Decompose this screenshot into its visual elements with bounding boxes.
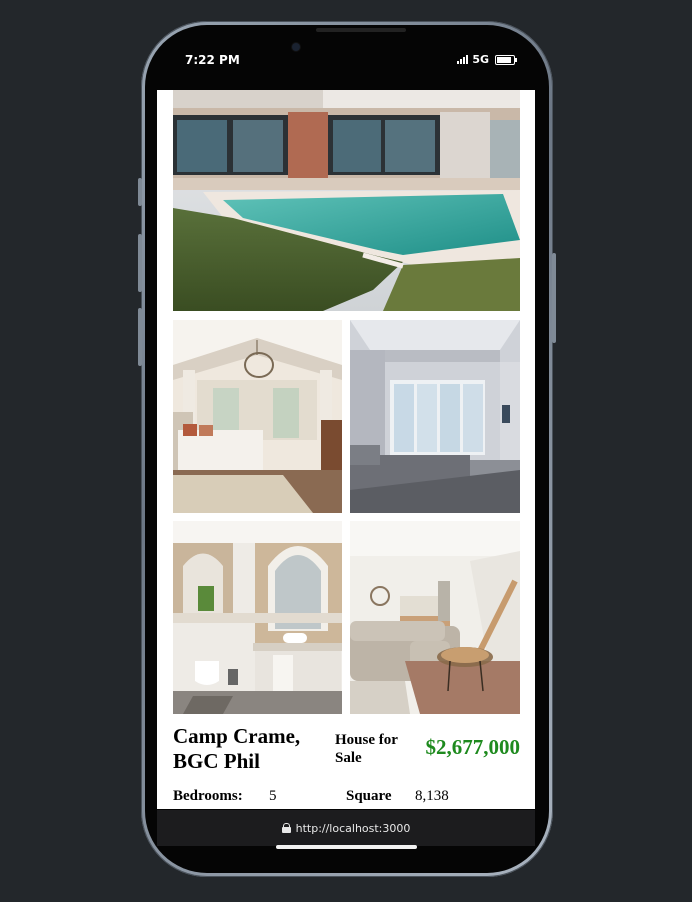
battery-icon xyxy=(495,54,517,65)
living-room-photo[interactable] xyxy=(350,521,520,714)
browser-address-bar[interactable]: http://localhost:3000 xyxy=(157,810,535,846)
volume-up-button xyxy=(138,234,142,292)
device-stage: 7:22 PM 5G Camp Crame, BGC Phil House fo… xyxy=(0,0,692,902)
home-indicator[interactable] xyxy=(276,845,417,849)
power-button xyxy=(552,253,556,343)
bedroom-photo[interactable] xyxy=(173,320,342,513)
mute-switch xyxy=(138,178,142,206)
browser-viewport[interactable]: Camp Crame, BGC Phil House for Sale $2,6… xyxy=(157,90,535,809)
status-time: 7:22 PM xyxy=(185,53,240,67)
bedroom-photo[interactable] xyxy=(350,320,520,513)
bedrooms-value: 5 xyxy=(269,788,277,804)
network-label: 5G xyxy=(472,53,489,66)
earpiece-speaker xyxy=(316,28,406,32)
status-indicators: 5G xyxy=(457,53,517,66)
url-text[interactable]: http://localhost:3000 xyxy=(296,822,411,835)
bedrooms-label: Bedrooms: xyxy=(173,788,243,804)
bathroom-photo[interactable] xyxy=(173,521,342,714)
lock-icon xyxy=(281,823,291,833)
status-bar: 7:22 PM 5G xyxy=(157,46,535,76)
square-value: 8,138 xyxy=(415,788,449,804)
listing-title: Camp Crame, BGC Phil xyxy=(173,724,301,773)
listing-type: House for Sale xyxy=(335,732,398,766)
volume-down-button xyxy=(138,308,142,366)
signal-icon xyxy=(457,55,469,64)
pool-photo[interactable] xyxy=(173,90,520,311)
listing-price: $2,677,000 xyxy=(425,735,521,759)
square-label: Square xyxy=(346,788,392,804)
